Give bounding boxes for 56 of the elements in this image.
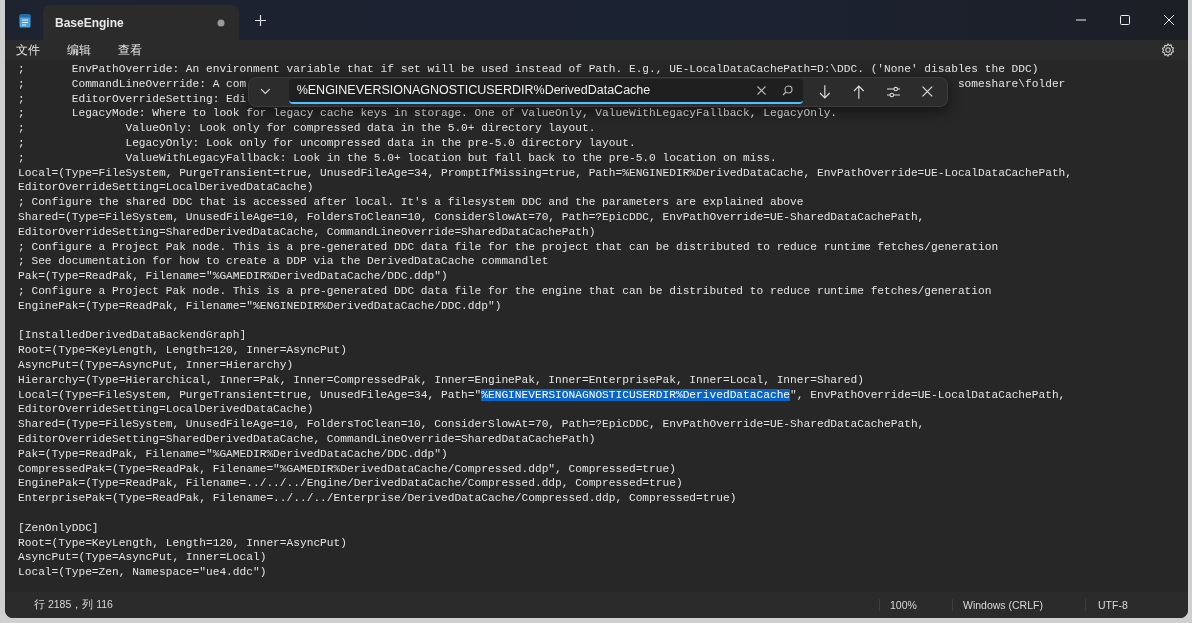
code-line: EditorOverrideSetting=SharedDerivedDataCache, CommandLineOverride=SharedDataCachePath) [18,225,596,238]
settings-icon[interactable] [1161,43,1175,57]
code-line: ; Configure the shared DDC that is accessed after local. It's a filesystem DDC and the parameters are explained above [18,196,804,209]
document-tab[interactable]: BaseEngine [43,5,239,40]
code-line: Pak=(Type=ReadPak, Filename="%GAMEDIR%DerivedDataCache/DDC.ddp") [18,270,448,283]
code-line: Shared=(Type=FileSystem, UnusedFileAge=10, FoldersToClean=10, ConsiderSlowAt=70, Path=?EpicDDC, EnvPathOverride=UE-SharedDataCachePath, [18,210,925,223]
code-line: ; Configure a Project Pak node. This is a pre-generated DDC data file for the project that can be distributed to reduce runtime fetches/generation [18,240,999,253]
code-line: ; EditorOverrideSetting: Edi [18,91,247,107]
encoding[interactable]: UTF-8 [1085,599,1182,611]
code-line: EditorOverrideSetting=LocalDerivedDataCache) [18,403,314,416]
options-icon[interactable] [886,85,901,98]
close-icon[interactable] [922,86,933,97]
zoom-level[interactable]: 100% [879,599,952,611]
code-line: [ZenOnlyDDC] [18,521,99,534]
code-line: Local=(Type=Zen, Namespace="ue4.ddc") [18,566,267,579]
code-line: [InstalledDerivedDataBackendGraph] [18,329,247,342]
cursor-position: 行 2185，列 116 [33,598,114,612]
line-ending[interactable]: Windows (CRLF) [952,599,1085,611]
code-line: ; CommandLineOverride: A com [18,76,247,92]
selected-text: %ENGINEVERSIONAGNOSTICUSERDIR%DerivedDataCache [481,388,791,401]
menu-item[interactable]: 编辑 [67,41,91,59]
clear-icon[interactable] [757,86,767,95]
code-line: ; LegacyMode: Where to look for legacy cache keys in storage. One of ValueOnly, ValueWithLegacyFallback, LegacyOnly. [18,107,838,120]
code-line: Root=(Type=KeyLength, Length=120, Inner=AsyncPut) [18,536,347,549]
close-icon[interactable] [1164,15,1174,25]
code-line: EnterprisePak=(Type=ReadPak, Filename=../../../Enterprise/DerivedDataCache/Compressed.ddp, Compressed=true) [18,492,737,505]
code-line: Local=(Type=FileSystem, PurgeTransient=true, UnusedFileAge=34, PromptIfMissing=true, Path=%ENGINEDIR%DerivedDataCache, EnvPathOverride=UE-LocalDataCachePath, [18,166,1073,179]
notepad-icon [19,12,31,28]
code-line: Root=(Type=KeyLength, Length=120, Inner=AsyncPut) [18,344,347,357]
arrow-down-icon[interactable] [819,84,832,99]
chevron-down-icon[interactable] [260,88,271,95]
arrow-up-icon[interactable] [853,84,865,99]
code-line: ; ValueWithLegacyFallback: Look in the 5.0+ location but fall back to the pre-5.0 location on miss. [18,151,777,164]
code-line: CompressedPak=(Type=ReadPak, Filename="%GAMEDIR%DerivedDataCache/Compressed.ddp", Compressed=true) [18,462,676,475]
search-icon[interactable] [782,85,794,96]
code-line: ; EnvPathOverride: An environment variable that if set will be used instead of Path. E.g., UE-LocalDataCachePath=D:\DDC. ('None' disables the DDC) [18,63,1039,75]
search-field[interactable]: %ENGINEVERSIONAGNOSTICUSERDIR%DerivedDataCache [288,79,804,104]
code-line: AsyncPut=(Type=AsyncPut, Inner=Hierarchy) [18,358,294,371]
code-line: EditorOverrideSetting=SharedDerivedDataCache, CommandLineOverride=SharedDataCachePath) [18,432,596,445]
code-line: ; See documentation for how to create a DDP via the DerivedDataCache commandlet [18,255,549,268]
code-line: Shared=(Type=FileSystem, UnusedFileAge=10, FoldersToClean=10, ConsiderSlowAt=70, Path=?EpicDDC, EnvPathOverride=UE-SharedDataCachePath, [18,418,925,431]
code-line: someshare\folder [957,76,1066,92]
code-text: ", EnvPathOverride=UE-LocalDataCachePath, [790,388,1066,401]
code-line: Pak=(Type=ReadPak, Filename="%GAMEDIR%DerivedDataCache/DDC.ddp") [18,447,448,460]
new-tab-icon[interactable] [255,14,266,26]
code-line: ; Configure a Project Pak node. This is a pre-generated DDC data file for the engine that can be distributed to reduce runtime fetches/generation [18,284,992,297]
menu-item[interactable]: 查看 [118,41,142,59]
code-line: ; LegacyOnly: Look only for uncompressed data in the pre-5.0 directory layout. [18,137,636,149]
code-line: EditorOverrideSetting=LocalDerivedDataCache) [18,181,314,194]
code-line: EnginePak=(Type=ReadPak, Filename=../../../Engine/DerivedDataCache/Compressed.ddp, Compressed=true) [18,477,683,490]
menu-item[interactable]: 文件 [16,41,40,59]
code-line: EnginePak=(Type=ReadPak, Filename="%ENGINEDIR%DerivedDataCache/DDC.ddp") [18,299,502,312]
code-line: Hierarchy=(Type=Hierarchical, Inner=Pak, Inner=CompressedPak, Inner=EnginePak, Inner=EnterprisePak, Inner=Local, Inner=Shared) [18,373,864,386]
code-line: AsyncPut=(Type=AsyncPut, Inner=Local) [18,551,267,564]
code-line: ; ValueOnly: Look only for compressed data in the 5.0+ directory layout. [18,122,596,135]
maximize-icon[interactable] [1120,15,1130,25]
